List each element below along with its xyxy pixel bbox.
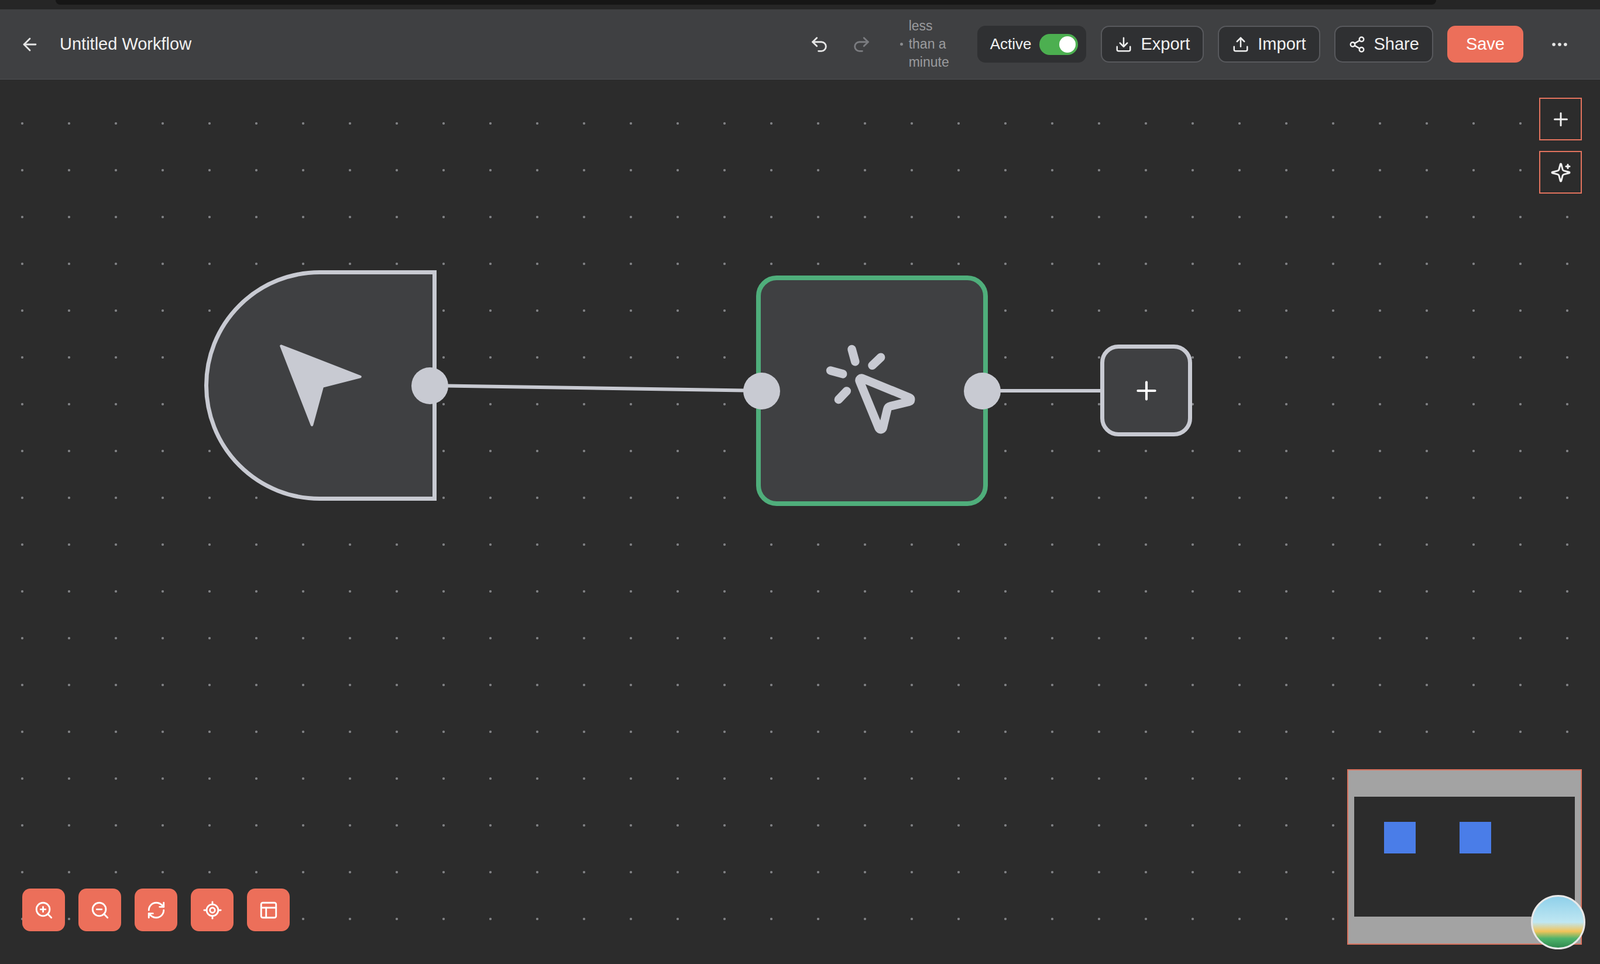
- action-buttons: Export Import Share Save: [1100, 25, 1524, 63]
- layout-button[interactable]: [246, 888, 290, 932]
- zoom-out-icon: [90, 900, 111, 921]
- save-button[interactable]: Save: [1447, 25, 1524, 63]
- import-button[interactable]: Import: [1217, 25, 1320, 63]
- share-button[interactable]: Share: [1334, 25, 1434, 63]
- save-status: less than a minute: [888, 16, 963, 72]
- zoom-in-button[interactable]: [22, 888, 65, 932]
- action-node[interactable]: [756, 275, 988, 507]
- refresh-icon: [146, 900, 167, 921]
- minimap-viewport: [1354, 797, 1575, 918]
- workflow-canvas[interactable]: [0, 79, 1600, 964]
- edge[interactable]: [429, 385, 762, 391]
- undo-button[interactable]: [807, 32, 832, 57]
- back-arrow-icon: [19, 34, 40, 55]
- minimap-node: [1459, 822, 1492, 854]
- export-button[interactable]: Export: [1100, 25, 1204, 63]
- download-icon: [1114, 35, 1133, 54]
- view-controls: [22, 888, 290, 932]
- trigger-node[interactable]: [204, 270, 437, 501]
- cursor-click-icon: [821, 340, 924, 443]
- plus-icon: [1550, 108, 1572, 130]
- ai-assistant-button[interactable]: [1539, 150, 1582, 194]
- history-group: [807, 32, 874, 57]
- sparkle-icon: [1550, 162, 1572, 184]
- add-node-button[interactable]: [1539, 97, 1582, 141]
- connection-handle[interactable]: [963, 372, 1001, 410]
- toolbar: Untitled Workflow less than a minute Activ…: [0, 9, 1600, 80]
- share-label: Share: [1374, 31, 1420, 58]
- connection-handle[interactable]: [743, 372, 781, 410]
- back-button[interactable]: [17, 32, 43, 57]
- redo-icon: [851, 34, 872, 55]
- window-strip-bar: [55, 0, 1437, 5]
- share-icon: [1348, 35, 1366, 54]
- plus-icon: [1131, 376, 1162, 406]
- active-toggle[interactable]: Active: [977, 25, 1087, 63]
- export-label: Export: [1140, 31, 1190, 58]
- upload-icon: [1231, 35, 1250, 54]
- active-switch[interactable]: [1039, 33, 1078, 56]
- add-node[interactable]: [1100, 344, 1193, 437]
- center-button[interactable]: [190, 888, 234, 932]
- undo-icon: [809, 34, 830, 55]
- connection-handle[interactable]: [411, 367, 449, 405]
- ellipsis-icon: [1549, 34, 1570, 55]
- canvas-tools: [1539, 97, 1582, 194]
- last-saved-time: less than a minute: [908, 16, 963, 72]
- import-label: Import: [1257, 31, 1306, 58]
- switch-knob: [1059, 36, 1076, 53]
- pointer-icon: [276, 341, 365, 430]
- minimap-node: [1384, 822, 1416, 854]
- redo-button: [849, 32, 874, 57]
- toolbar-actions: less than a minute Active Export Import Shar…: [807, 16, 1572, 72]
- more-button[interactable]: [1547, 32, 1572, 57]
- save-label: Save: [1465, 31, 1505, 58]
- active-label: Active: [990, 32, 1032, 56]
- layout-icon: [258, 900, 279, 921]
- reset-button[interactable]: [134, 888, 178, 932]
- user-avatar[interactable]: [1530, 895, 1586, 950]
- workflow-title[interactable]: Untitled Workflow: [59, 31, 192, 58]
- window-strip: [0, 0, 1600, 10]
- crosshair-icon: [202, 900, 223, 921]
- zoom-out-button[interactable]: [78, 888, 122, 932]
- zoom-in-icon: [33, 900, 54, 921]
- separator-dot: [900, 42, 903, 46]
